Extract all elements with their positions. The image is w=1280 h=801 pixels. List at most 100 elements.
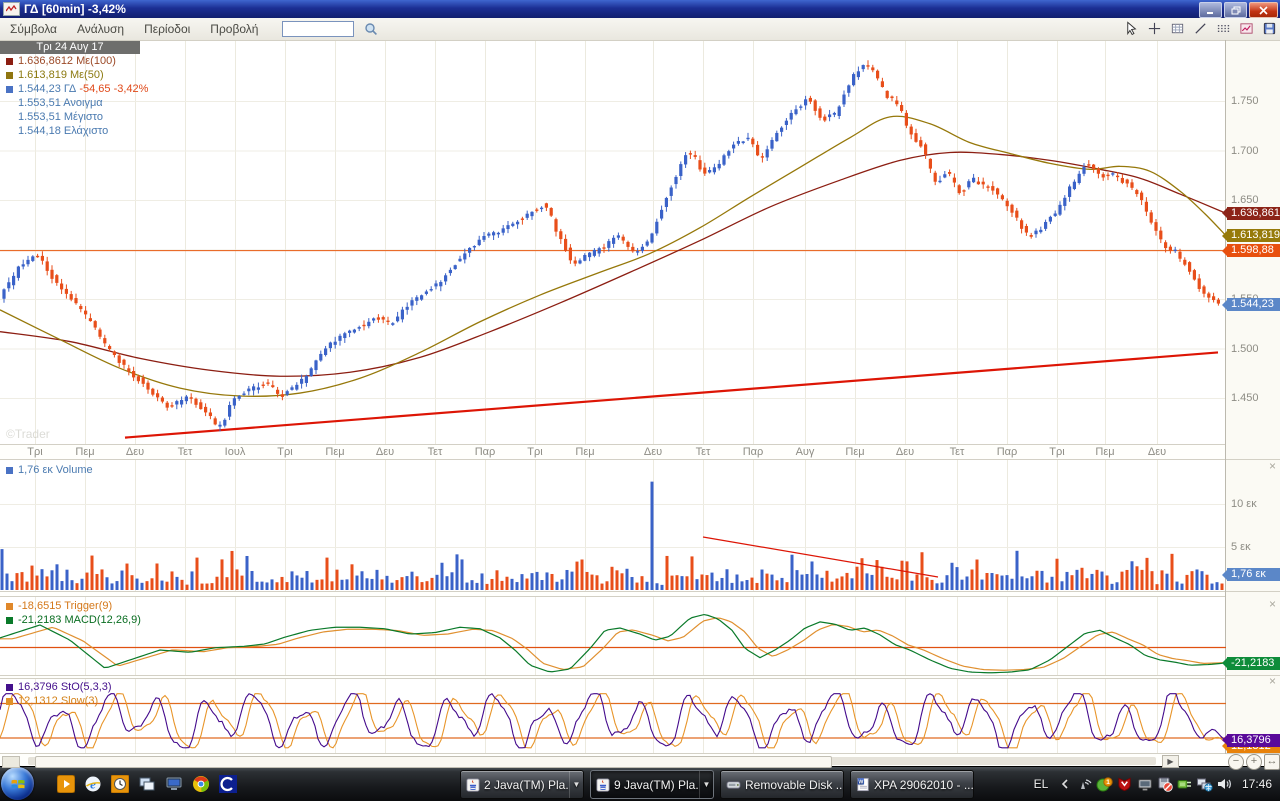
word-document-icon: W	[856, 777, 870, 792]
y-axis-tick: 1.750	[1231, 95, 1259, 107]
trigger-swatch	[6, 603, 13, 610]
taskbar-button-label: 9 Java(TM) Pla...	[614, 778, 699, 792]
java-icon	[466, 778, 480, 792]
low-label: 1.544,18 Ελάχιστο	[18, 125, 108, 137]
task-buttons: 2 Java(TM) Pla...▼9 Java(TM) Pla...▼Remo…	[460, 770, 974, 799]
x-axis-label: Τρι	[18, 446, 52, 458]
high-label: 1.553,51 Μέγιστο	[18, 111, 103, 123]
y-axis-tick: 1.700	[1231, 145, 1259, 157]
y-axis-tick: 1.650	[1231, 194, 1259, 206]
removable-drive-icon	[726, 777, 741, 792]
scroll-right-button[interactable]: ▶	[1162, 755, 1179, 768]
notification-bubble-icon[interactable]: 1	[1096, 776, 1113, 793]
x-axis-label: Τετ	[940, 446, 974, 458]
volume-label: 1,76 εκ Volume	[18, 464, 93, 476]
x-axis-label: Πεμ	[68, 446, 102, 458]
horizontal-scrollbar-thumb[interactable]	[35, 756, 832, 768]
macd-panel-close-icon[interactable]: ×	[1267, 599, 1278, 610]
legend-date: Τρι 24 Αυγ 17	[0, 41, 140, 54]
ma50-legend-label: 1.613,819 Με(50)	[18, 69, 104, 81]
safely-remove-icon[interactable]	[1156, 776, 1173, 793]
taskbar-button-label: 2 Java(TM) Pla...	[484, 778, 569, 792]
x-axis-label: Δευ	[636, 446, 670, 458]
taskbar-clock[interactable]: 17:46	[1242, 767, 1280, 801]
x-axis-label: Τρι	[268, 446, 302, 458]
y-axis-tick: 1.450	[1231, 392, 1259, 404]
media-player-icon[interactable]	[56, 775, 75, 794]
slow-label: 12,1312 Slow(3)	[18, 695, 98, 707]
stochastic-panel-close-icon[interactable]: ×	[1267, 676, 1278, 687]
windows-flag-icon	[10, 776, 26, 792]
ma100-legend-label: 1.636,8612 Με(100)	[18, 55, 116, 67]
x-axis-label: Παρ	[736, 446, 770, 458]
taskbar-button-3[interactable]: Removable Disk ...	[720, 770, 844, 799]
x-axis-label: Δευ	[1140, 446, 1174, 458]
network-icon[interactable]	[1196, 776, 1213, 793]
x-axis-label: Αυγ	[788, 446, 822, 458]
volume-icon[interactable]	[1216, 776, 1233, 793]
macd-legend: -18,6515 Trigger(9) -21,2183 MACD(12,26,…	[0, 599, 141, 627]
x-axis-label: Πεμ	[838, 446, 872, 458]
x-axis-label: Τρι	[518, 446, 552, 458]
volume-axis-tick: 10 εκ	[1231, 498, 1257, 510]
collapse-arrow-icon[interactable]	[1056, 776, 1073, 793]
fit-width-button[interactable]: ↔	[1264, 754, 1280, 770]
taskbar-button-label: XPA 29062010 - ...	[874, 778, 973, 792]
display-icon[interactable]	[1136, 776, 1153, 793]
quick-launch: e	[56, 767, 237, 801]
c-app-icon[interactable]	[218, 775, 237, 794]
x-axis-label: Παρ	[990, 446, 1024, 458]
display-settings-icon[interactable]	[164, 775, 183, 794]
taskbar-button-4[interactable]: W XPA 29062010 - ...	[850, 770, 974, 799]
power-icon[interactable]	[1176, 776, 1193, 793]
wireless-icon[interactable]	[1076, 776, 1093, 793]
chrome-icon[interactable]	[191, 775, 210, 794]
x-axis-label: Δευ	[888, 446, 922, 458]
volume-panel-close-icon[interactable]: ×	[1267, 461, 1278, 472]
x-axis-label: Δευ	[368, 446, 402, 458]
trigger-label: -18,6515 Trigger(9)	[18, 600, 112, 612]
ma100-swatch	[6, 58, 13, 65]
x-axis-label: Ιουλ	[218, 446, 252, 458]
taskbar-button-dropdown-icon[interactable]: ▼	[569, 771, 583, 798]
taskbar-button-2[interactable]: 9 Java(TM) Pla...▼	[590, 770, 714, 799]
stochastic-swatch	[6, 684, 13, 691]
price-axis-badge: 1.544,23	[1227, 298, 1280, 311]
x-axis-label: Πεμ	[1088, 446, 1122, 458]
x-axis-label: Πεμ	[568, 446, 602, 458]
taskbar-button-1[interactable]: 2 Java(TM) Pla...▼	[460, 770, 584, 799]
price-axis-badge: 1.598,88	[1227, 244, 1280, 257]
scrollbar-left-grip[interactable]	[2, 756, 20, 768]
price-axis-badge: 1.613,819	[1227, 229, 1280, 242]
zoom-in-button[interactable]: +	[1246, 754, 1262, 770]
macd-axis-badge: -21,2183	[1227, 657, 1280, 670]
x-axis-label: Τετ	[168, 446, 202, 458]
mcafee-icon[interactable]	[1116, 776, 1133, 793]
chart-canvas	[0, 0, 1280, 800]
stochastic-axis-badge: 16,3796	[1227, 734, 1280, 747]
price-change-label: -54,65 -3,42%	[76, 83, 148, 95]
open-label: 1.553,51 Ανοιγμα	[18, 97, 103, 109]
clock-app-icon[interactable]	[110, 775, 129, 794]
stochastic-legend: 16,3796 StO(5,3,3) 12,1312 Slow(3)	[0, 680, 112, 708]
slow-swatch	[6, 698, 13, 705]
x-axis-label: Τρι	[1040, 446, 1074, 458]
x-axis-label: Τετ	[686, 446, 720, 458]
volume-axis-badge: 1,76 εκ	[1227, 568, 1280, 581]
language-indicator[interactable]: EL	[1028, 767, 1054, 801]
macd-swatch	[6, 617, 13, 624]
taskbar: e 2 Java(TM) Pla...▼9 Java(TM) Pla...▼Re…	[0, 766, 1280, 801]
x-axis-label: Παρ	[468, 446, 502, 458]
zoom-out-button[interactable]: −	[1228, 754, 1244, 770]
x-axis-label: Πεμ	[318, 446, 352, 458]
volume-swatch	[6, 467, 13, 474]
window-switcher-icon[interactable]	[137, 775, 156, 794]
x-axis-label: Δευ	[118, 446, 152, 458]
java-icon	[596, 778, 610, 792]
watermark: ©Trader	[6, 427, 50, 441]
start-button[interactable]	[1, 767, 34, 800]
taskbar-button-dropdown-icon[interactable]: ▼	[699, 771, 713, 798]
internet-explorer-icon[interactable]: e	[83, 775, 102, 794]
ma50-swatch	[6, 72, 13, 79]
last-price-label: 1.544,23 ΓΔ	[18, 83, 76, 95]
